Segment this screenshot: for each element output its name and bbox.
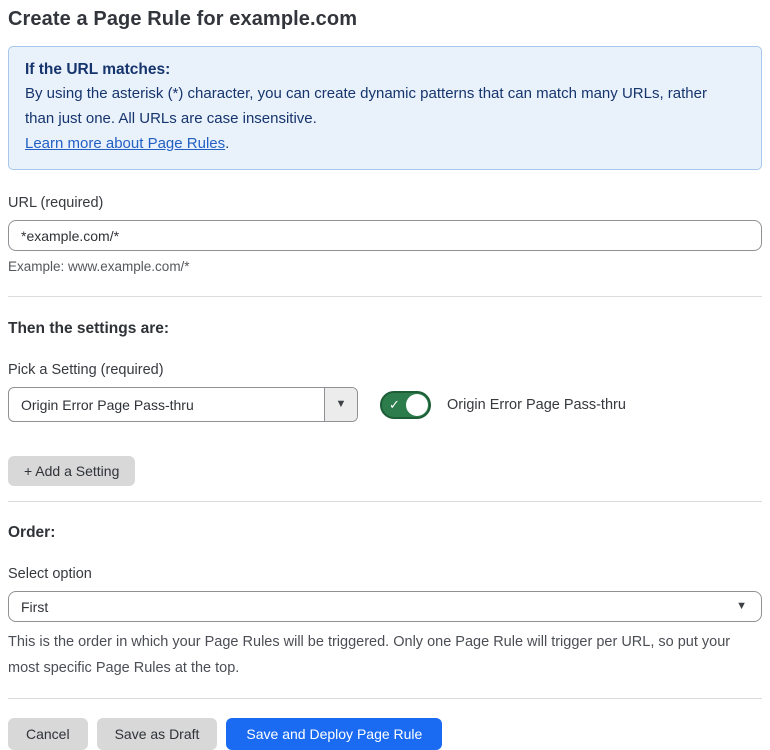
save-as-draft-button[interactable]: Save as Draft (96, 718, 218, 750)
save-and-deploy-button[interactable]: Save and Deploy Page Rule (226, 718, 443, 750)
check-icon: ✓ (389, 397, 400, 412)
cancel-button[interactable]: Cancel (8, 718, 88, 750)
settings-section-heading: Then the settings are: (8, 320, 170, 337)
setting-dropdown[interactable]: Origin Error Page Pass-thru ▼ (8, 387, 358, 422)
pick-setting-label: Pick a Setting (required) (8, 362, 164, 378)
setting-dropdown-button[interactable]: ▼ (324, 388, 357, 421)
info-box-heading: If the URL matches: (25, 61, 171, 78)
url-field-label: URL (required) (8, 195, 104, 211)
order-select-label: Select option (8, 566, 92, 582)
link-suffix: . (225, 135, 230, 152)
url-input[interactable] (8, 220, 762, 251)
order-section-heading: Order: (8, 524, 56, 541)
order-select[interactable]: First ▼ (8, 591, 762, 622)
setting-toggle[interactable]: ✓ (380, 390, 431, 419)
setting-row: Origin Error Page Pass-thru ▼ ✓ Origin E… (8, 387, 762, 422)
url-match-info-box: If the URL matches: By using the asteris… (8, 46, 762, 170)
page-title: Create a Page Rule for example.com (8, 8, 358, 30)
divider (8, 296, 762, 297)
setting-toggle-label: Origin Error Page Pass-thru (447, 396, 626, 413)
info-box-link-line: Learn more about Page Rules. (25, 132, 745, 156)
action-buttons: Cancel Save as Draft Save and Deploy Pag… (8, 718, 762, 750)
chevron-down-icon: ▼ (335, 398, 347, 410)
toggle-knob (406, 393, 428, 416)
order-help-text: This is the order in which your Page Rul… (8, 634, 731, 676)
divider (8, 698, 762, 699)
page-rule-form: Create a Page Rule for example.com If th… (0, 0, 770, 750)
setting-dropdown-value: Origin Error Page Pass-thru (21, 396, 194, 413)
add-setting-button[interactable]: + Add a Setting (8, 456, 136, 486)
divider (8, 501, 762, 502)
learn-more-link[interactable]: Learn more about Page Rules (25, 135, 225, 152)
chevron-down-icon: ▼ (736, 600, 747, 612)
info-box-body: By using the asterisk (*) character, you… (25, 85, 707, 127)
url-example-hint: Example: www.example.com/* (8, 259, 190, 274)
order-select-value: First (21, 598, 49, 615)
